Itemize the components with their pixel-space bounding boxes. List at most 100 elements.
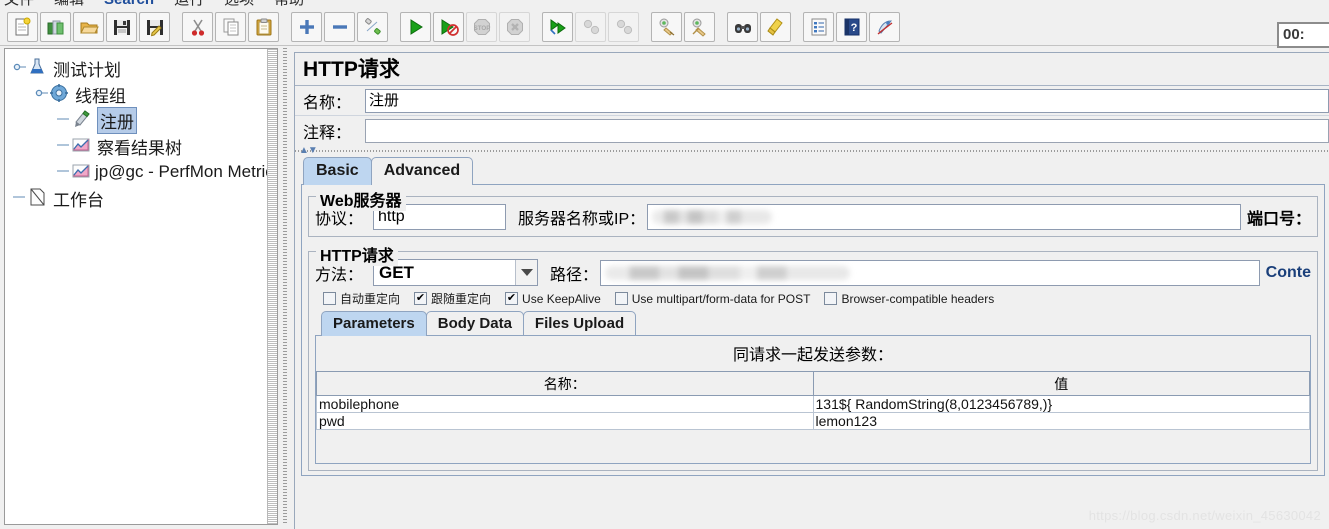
remote-start-all-icon[interactable] bbox=[542, 11, 573, 42]
checkbox-item-4[interactable]: Browser-compatible headers bbox=[824, 292, 994, 306]
tree-node-5[interactable]: 工作台 bbox=[13, 185, 277, 211]
tree-node-0[interactable]: 测试计划 bbox=[13, 55, 277, 81]
server-value-redacted bbox=[652, 210, 773, 224]
function-helper-icon[interactable] bbox=[803, 11, 834, 42]
http-request-group: HTTP请求 方法： GET 路径： Conte 自动重定向 ✔ 跟随重定向 ✔ Use… bbox=[308, 242, 1318, 471]
menu-item-4[interactable]: 选项 bbox=[224, 0, 254, 8]
templates-icon[interactable] bbox=[40, 11, 71, 42]
column-header-1[interactable]: 值 bbox=[812, 371, 1310, 396]
menu-item-3[interactable]: 运行 bbox=[174, 0, 204, 8]
collapse-icon[interactable] bbox=[324, 11, 355, 42]
remote-shutdown-all-icon[interactable] bbox=[608, 11, 639, 42]
tree-node-4[interactable]: jp@gc - PerfMon Metrics bbox=[13, 159, 277, 185]
workbench-icon bbox=[27, 187, 49, 209]
inner-tab-parameters[interactable]: Parameters bbox=[321, 311, 427, 336]
web-server-row: 协议： http 服务器名称或IP： 端口号： bbox=[315, 204, 1311, 230]
name-input[interactable]: 注册 bbox=[365, 88, 1329, 113]
panel-splitter[interactable] bbox=[279, 48, 292, 525]
toolbar-group-tree bbox=[290, 11, 389, 42]
inner-tab-body-data[interactable]: Body Data bbox=[425, 311, 524, 336]
checkbox-checked-icon[interactable]: ✔ bbox=[414, 292, 428, 305]
open-icon[interactable] bbox=[73, 11, 104, 42]
section-divider: ▲▼ bbox=[295, 145, 1329, 156]
tree-node-label: 测试计划 bbox=[53, 60, 121, 80]
save-as-icon[interactable] bbox=[139, 11, 170, 42]
tree-expand-handle[interactable] bbox=[35, 86, 49, 103]
tree-node-1[interactable]: 线程组 bbox=[13, 81, 277, 107]
menu-item-2[interactable]: Search bbox=[104, 0, 154, 8]
comment-input[interactable] bbox=[365, 119, 1329, 143]
tree-node-label: 察看结果树 bbox=[97, 138, 182, 158]
tree-node-label: 线程组 bbox=[75, 86, 126, 106]
port-label: 端口号： bbox=[1246, 211, 1311, 228]
stop-icon[interactable]: STOP bbox=[466, 11, 497, 42]
tree-expand-handle[interactable] bbox=[13, 60, 27, 77]
clear-icon[interactable] bbox=[651, 11, 682, 42]
checkbox-unchecked-icon[interactable] bbox=[824, 292, 838, 305]
svg-text:STOP: STOP bbox=[473, 25, 490, 32]
table-cell[interactable]: mobilephone bbox=[316, 395, 814, 413]
tree-node-2[interactable]: 注册 bbox=[13, 106, 277, 134]
checkbox-unchecked-icon[interactable] bbox=[614, 292, 628, 305]
tree-branch-line bbox=[57, 138, 71, 155]
parameters-tab-panel: 同请求一起发送参数： 名称：值 mobilephone 131${ RandomS… bbox=[315, 335, 1311, 464]
table-cell[interactable]: pwd bbox=[316, 412, 814, 430]
watermark: https://blog.csdn.net/weixin_45630042 bbox=[1088, 508, 1321, 523]
table-row[interactable]: mobilephone 131${ RandomString(8,01234567… bbox=[316, 395, 1310, 413]
copy-icon[interactable] bbox=[215, 11, 246, 42]
table-cell[interactable]: 131${ RandomString(8,0123456789,)} bbox=[812, 395, 1310, 413]
save-icon[interactable] bbox=[106, 11, 137, 42]
menu-item-0[interactable]: 文件 bbox=[4, 0, 34, 8]
tree-node-label: jp@gc - PerfMon Metrics bbox=[95, 162, 278, 181]
checkbox-unchecked-icon[interactable] bbox=[323, 292, 336, 305]
new-icon[interactable] bbox=[7, 11, 38, 42]
remote-stop-all-icon[interactable] bbox=[575, 11, 606, 42]
about-icon[interactable] bbox=[869, 11, 900, 42]
checkbox-item-0[interactable]: 自动重定向 bbox=[323, 290, 400, 307]
start-icon[interactable] bbox=[400, 11, 431, 42]
menu-item-1[interactable]: 编辑 bbox=[54, 0, 84, 8]
tab-advanced[interactable]: Advanced bbox=[370, 157, 474, 185]
column-header-0[interactable]: 名称： bbox=[316, 371, 814, 396]
params-caption: 同请求一起发送参数： bbox=[732, 347, 893, 364]
checkbox-item-3[interactable]: Use multipart/form-data for POST bbox=[614, 292, 810, 306]
name-row: 名称： 注册 bbox=[295, 86, 1329, 116]
toolbar-group-run: STOP bbox=[399, 11, 531, 42]
web-server-group-title: Web服务器 bbox=[316, 187, 406, 211]
table-row[interactable]: pwd lemon123 bbox=[316, 412, 1310, 430]
tree-branch-line bbox=[57, 112, 71, 129]
test-plan-tree[interactable]: 测试计划线程组 注册察看结果树 jp@gc - PerfMon Metrics 工作台 bbox=[4, 48, 278, 525]
checkbox-checked-icon[interactable]: ✔ bbox=[505, 292, 519, 305]
inner-tab-files-upload[interactable]: Files Upload bbox=[522, 311, 637, 336]
cut-icon[interactable] bbox=[182, 11, 213, 42]
collapse-arrows-icon[interactable]: ▲▼ bbox=[299, 145, 318, 156]
content-encoding-label: Conte bbox=[1265, 263, 1311, 281]
clear-all-icon[interactable] bbox=[684, 11, 715, 42]
help-icon[interactable]: ? bbox=[836, 11, 867, 42]
server-input[interactable] bbox=[647, 204, 1241, 230]
tab-basic[interactable]: Basic bbox=[303, 157, 372, 185]
path-input[interactable] bbox=[600, 259, 1260, 286]
server-label: 服务器名称或IP： bbox=[518, 211, 646, 228]
start-no-pause-icon[interactable] bbox=[433, 11, 464, 42]
jmeter-window: 文件 编辑 Search 运行 选项 帮助 bbox=[0, 0, 1329, 529]
chevron-down-icon[interactable] bbox=[515, 260, 537, 285]
tree-node-3[interactable]: 察看结果树 bbox=[13, 133, 277, 159]
shutdown-icon[interactable] bbox=[499, 11, 530, 42]
parameters-table[interactable]: 名称：值 mobilephone 131${ RandomString(8,012… bbox=[316, 371, 1310, 430]
toolbar: STOP ? 00: bbox=[0, 8, 1329, 48]
toolbar-group-help: ? bbox=[802, 11, 901, 42]
checkbox-item-1[interactable]: ✔ 跟随重定向 bbox=[414, 290, 491, 307]
table-cell[interactable]: lemon123 bbox=[812, 412, 1310, 430]
web-server-group: Web服务器 协议： http 服务器名称或IP： 端口号： bbox=[308, 187, 1318, 237]
checkbox-item-2[interactable]: ✔ Use KeepAlive bbox=[505, 292, 601, 306]
toggle-icon[interactable] bbox=[357, 11, 388, 42]
tree-vertical-scrollbar[interactable] bbox=[267, 49, 277, 524]
menu-item-5[interactable]: 帮助 bbox=[274, 0, 304, 8]
paste-icon[interactable] bbox=[248, 11, 279, 42]
thread-group-icon bbox=[49, 83, 71, 105]
path-label: 路径： bbox=[550, 266, 599, 284]
reset-search-icon[interactable] bbox=[760, 11, 791, 42]
expand-icon[interactable] bbox=[291, 11, 322, 42]
search-icon[interactable] bbox=[727, 11, 758, 42]
